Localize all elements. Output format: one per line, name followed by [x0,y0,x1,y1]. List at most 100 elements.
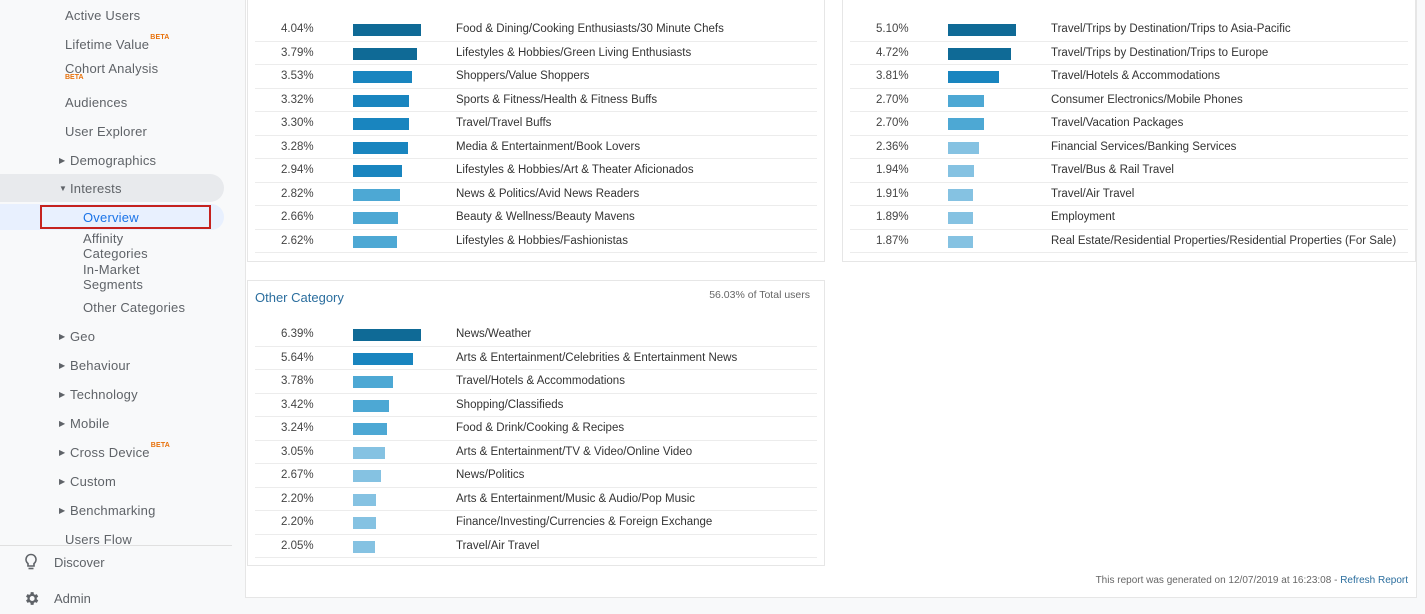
table-row: 3.53% Shoppers/Value Shoppers [255,65,817,89]
sidebar-item-active-users[interactable]: Active Users [0,1,224,29]
table-row: 2.20% Finance/Investing/Currencies & Fore… [255,511,817,535]
category-name: Financial Services/Banking Services [1051,140,1237,153]
category-name: Travel/Vacation Packages [1051,117,1184,129]
percentage-bar [353,141,408,154]
table-row: 5.10% Travel/Trips by Destination/Trips t… [850,18,1408,42]
table-row: 3.30% Travel/Travel Buffs [255,112,817,136]
category-name: Food & Drink/Cooking & Recipes [456,422,625,434]
table-row: 2.36% Financial Services/Banking Services [850,136,1408,159]
table-row: 2.66% Beauty & Wellness/Beauty Mavens [255,206,817,230]
category-name: News & Politics/Avid News Readers [456,187,640,200]
category-name: Travel/Hotels & Accommodations [1051,70,1220,82]
sidebar: Active Users Lifetime ValueBETA Cohort A… [0,0,232,614]
table-row: 1.89% Employment [850,206,1408,230]
category-name: Lifestyles & Hobbies/Fashionistas [456,234,628,247]
percentage-value: 4.04% [281,23,314,35]
sidebar-item-label: Lifetime ValueBETA [65,34,170,52]
percentage-bar [948,212,973,224]
sidebar-item-behaviour[interactable]: ▶ Behaviour [0,351,224,379]
percentage-value: 2.36% [876,140,909,153]
in-market-table: 5.10% Travel/Trips by Destination/Trips t… [850,18,1408,253]
percentage-value: 3.28% [281,140,314,153]
table-row: 2.82% News & Politics/Avid News Readers [255,183,817,206]
sidebar-item-interests[interactable]: ▼ Interests [0,174,224,202]
sidebar-item-custom[interactable]: ▶ Custom [0,467,224,495]
percentage-bar [353,188,400,201]
sidebar-item-technology[interactable]: ▶ Technology [0,380,224,408]
percentage-bar [353,376,393,388]
sidebar-item-other-categories[interactable]: Other Categories [0,293,224,321]
table-row: 5.64% Arts & Entertainment/Celebrities & … [255,347,817,370]
sidebar-item-label: Active Users [65,7,141,23]
percentage-bar [353,352,413,365]
label-line: Affinity [83,231,124,246]
percentage-value: 2.05% [281,539,314,552]
sidebar-item-label: Geo [70,328,96,344]
sidebar-nav[interactable]: Active Users Lifetime ValueBETA Cohort A… [0,0,232,545]
category-name: Shopping/Classifieds [456,398,564,411]
percentage-value: 1.94% [876,164,909,176]
percentage-value: 3.30% [281,117,314,129]
percentage-bar [948,141,979,154]
percentage-value: 1.89% [876,211,909,223]
percentage-bar [353,329,421,341]
sidebar-item-audiences[interactable]: Audiences [0,88,224,116]
percentage-value: 3.05% [281,445,314,458]
category-name: Arts & Entertainment/Celebrities & Enter… [456,351,738,364]
percentage-value: 5.64% [281,351,314,364]
admin-label: Admin [54,590,91,606]
table-row: 1.91% Travel/Air Travel [850,183,1408,206]
percentage-bar [948,165,974,177]
table-row: 6.39% News/Weather [255,323,817,347]
percentage-value: 6.39% [281,328,314,340]
admin-button[interactable]: Admin [0,581,232,614]
discover-label: Discover [54,554,105,570]
caret-right-icon: ▶ [59,360,66,370]
caret-right-icon: ▶ [59,418,66,428]
sidebar-item-cross-device[interactable]: ▶ Cross DeviceBETA [0,438,224,466]
label-line: Categories [83,246,148,261]
category-name: News/Politics [456,469,525,481]
percentage-value: 2.82% [281,187,314,200]
refresh-report-link[interactable]: Refresh Report [1340,575,1408,586]
category-name: Travel/Hotels & Accommodations [456,375,625,387]
affinity-categories-panel: 4.04% Food & Dining/Cooking Enthusiasts/3… [247,0,825,262]
sidebar-item-overview[interactable]: Overview [0,204,224,230]
percentage-value: 2.94% [281,164,314,176]
percentage-value: 3.81% [876,70,909,82]
category-name: News/Weather [456,328,532,340]
category-name: Real Estate/Residential Properties/Resid… [1051,234,1397,247]
percentage-bar [948,118,984,130]
category-name: Sports & Fitness/Health & Fitness Buffs [456,93,658,106]
sidebar-item-in-market-segments[interactable]: In-Market Segments [83,262,143,292]
discover-button[interactable]: Discover [0,545,232,579]
sidebar-item-cohort-analysis[interactable]: Cohort Analysis [0,54,224,82]
sidebar-item-label: Overview [83,209,139,225]
percentage-bar [353,71,412,83]
sidebar-item-user-explorer[interactable]: User Explorer [0,117,224,145]
category-name: Beauty & Wellness/Beauty Mavens [456,211,635,223]
table-row: 4.72% Travel/Trips by Destination/Trips t… [850,42,1408,65]
category-name: Arts & Entertainment/TV & Video/Online V… [456,445,693,458]
percentage-bar [353,493,376,506]
sidebar-item-demographics[interactable]: ▶ Demographics [0,146,224,174]
panel-subtitle: 56.03% of Total users [709,289,810,301]
percentage-value: 3.24% [281,422,314,434]
percentage-value: 1.91% [876,187,909,200]
percentage-value: 2.70% [876,117,909,129]
table-row: 1.87% Real Estate/Residential Properties/… [850,230,1408,253]
category-name: Lifestyles & Hobbies/Art & Theater Afici… [456,164,694,176]
caret-right-icon: ▶ [59,476,66,486]
sidebar-item-benchmarking[interactable]: ▶ Benchmarking [0,496,224,524]
sidebar-item-mobile[interactable]: ▶ Mobile [0,409,224,437]
sidebar-item-users-flow[interactable]: Users Flow [0,525,224,546]
sidebar-item-affinity-categories[interactable]: Affinity Categories [83,231,148,261]
table-row: 3.42% Shopping/Classifieds [255,394,817,417]
percentage-bar [948,94,984,107]
sidebar-item-label: Behaviour [70,357,131,373]
percentage-value: 2.20% [281,516,314,528]
caret-right-icon: ▶ [59,447,66,457]
table-row: 4.04% Food & Dining/Cooking Enthusiasts/3… [255,18,817,42]
sidebar-item-geo[interactable]: ▶ Geo [0,322,224,350]
category-name: Travel/Trips by Destination/Trips to Asi… [1051,23,1291,35]
